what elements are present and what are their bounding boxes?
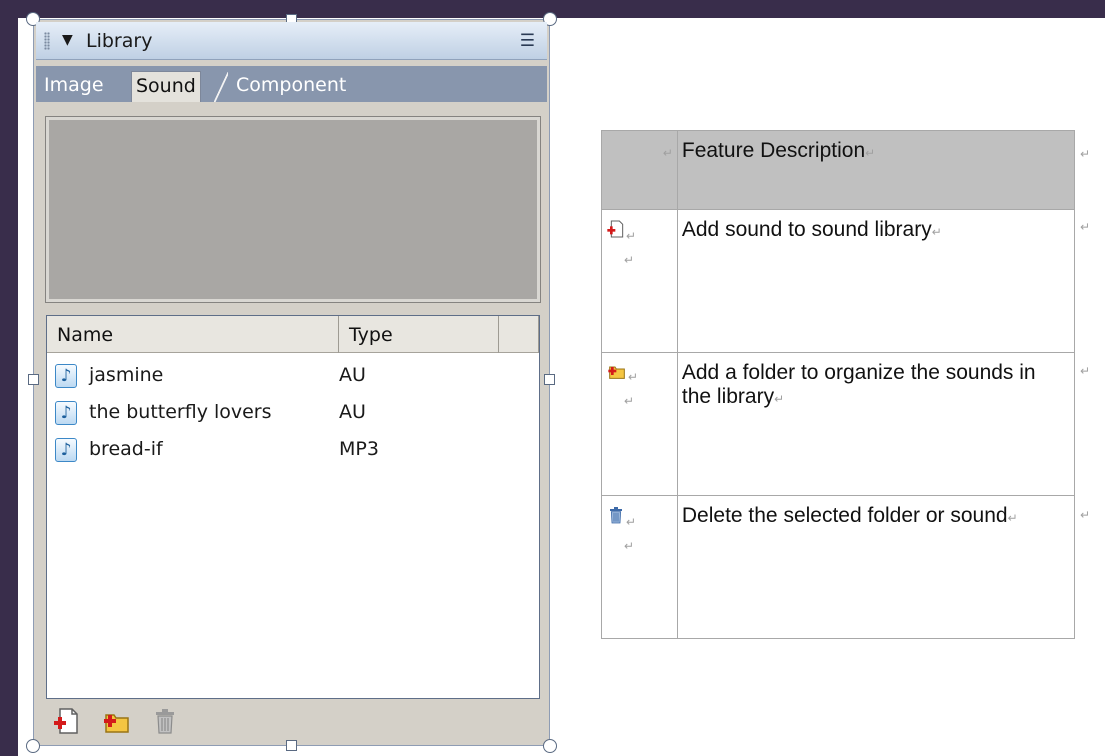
sound-note-icon: ♪: [55, 364, 77, 388]
resize-handle-left[interactable]: [28, 374, 39, 385]
paragraph-mark: ↵: [624, 394, 635, 408]
feature-description-cell: Delete the selected folder or sound↵: [676, 495, 1076, 639]
feature-table-header-row: ↵ Feature Description↵: [601, 130, 1076, 210]
resize-handle-right[interactable]: [544, 374, 555, 385]
item-type: MP3: [339, 438, 379, 460]
column-header-type[interactable]: Type: [339, 316, 499, 353]
sound-preview-area: [45, 116, 541, 303]
paragraph-mark: ↵: [1007, 511, 1018, 525]
item-name: jasmine: [89, 364, 164, 386]
description-header: Feature Description: [681, 139, 866, 162]
feature-header-cell: ↵: [601, 130, 678, 210]
panel-title: Library: [86, 30, 153, 52]
row-end-mark: ↵: [1080, 508, 1091, 522]
feature-description-cell: Add sound to sound library↵: [676, 209, 1076, 353]
tab-bar: Image Sound Component: [36, 66, 547, 102]
list-item[interactable]: ♪ jasmine AU: [51, 359, 531, 395]
resize-handle-bottom[interactable]: [286, 740, 297, 751]
item-name: the butterfly lovers: [89, 401, 272, 423]
feature-row: ↵ ↵ Add a folder to organize the sounds …: [601, 352, 1076, 496]
feature-icon-cell: ↵ ↵: [601, 352, 678, 496]
paragraph-mark: ↵: [662, 146, 673, 160]
feature-description: Add sound to sound library: [681, 218, 932, 241]
trash-icon: [610, 507, 622, 524]
list-item[interactable]: ♪ the butterfly lovers AU: [51, 396, 531, 432]
paragraph-mark: ↵: [626, 515, 637, 529]
tab-separator: [214, 72, 228, 102]
resize-handle-bottom-left[interactable]: [26, 739, 40, 753]
sound-note-icon: ♪: [55, 401, 77, 425]
description-header-cell: Feature Description↵: [676, 130, 1076, 210]
paragraph-mark: ↵: [628, 370, 639, 384]
feature-icon-cell: ↵ ↵: [601, 209, 678, 353]
resize-handle-bottom-right[interactable]: [543, 739, 557, 753]
panel-toolbar: [46, 704, 540, 740]
panel-titlebar[interactable]: ▼ Library ☰: [36, 22, 547, 60]
item-type: AU: [339, 401, 366, 423]
sound-note-icon: ♪: [55, 438, 77, 462]
add-folder-icon: [608, 366, 625, 379]
list-header: Name Type: [47, 316, 539, 353]
sound-list: Name Type ♪ jasmine AU ♪ the butterfly l…: [46, 315, 540, 699]
feature-description: Add a folder to organize the sounds in t…: [681, 361, 1036, 408]
add-folder-icon[interactable]: [102, 706, 132, 736]
paragraph-mark: ↵: [774, 392, 785, 406]
library-panel: ▼ Library ☰ Image Sound Component Name T…: [26, 12, 557, 753]
grip-icon[interactable]: [44, 32, 50, 50]
paragraph-mark: ↵: [931, 225, 942, 239]
feature-table: ↵ Feature Description↵ ↵ ↵ Add sound to …: [601, 130, 1076, 639]
tab-sound[interactable]: Sound: [131, 71, 201, 102]
feature-row: ↵ ↵ Add sound to sound library↵: [601, 209, 1076, 353]
item-type: AU: [339, 364, 366, 386]
triangle-down-icon[interactable]: ▼: [62, 32, 73, 48]
feature-row: ↵ ↵ Delete the selected folder or sound↵: [601, 495, 1076, 639]
feature-description: Delete the selected folder or sound: [681, 504, 1008, 527]
panel-options-icon[interactable]: ☰: [520, 31, 535, 51]
item-name: bread-if: [89, 438, 163, 460]
add-sound-icon: [607, 220, 624, 238]
feature-description-cell: Add a folder to organize the sounds in t…: [676, 352, 1076, 496]
row-end-mark: ↵: [1080, 147, 1091, 161]
column-header-blank[interactable]: [499, 316, 539, 353]
paragraph-mark: ↵: [865, 146, 876, 160]
tab-component[interactable]: Component: [232, 71, 350, 102]
column-header-name[interactable]: Name: [47, 316, 339, 353]
list-item[interactable]: ♪ bread-if MP3: [51, 433, 531, 469]
paragraph-mark: ↵: [624, 253, 635, 267]
tab-image[interactable]: Image: [40, 71, 108, 102]
window-left-border: [0, 0, 18, 756]
paragraph-mark: ↵: [626, 229, 637, 243]
trash-icon[interactable]: [150, 706, 180, 736]
row-end-mark: ↵: [1080, 364, 1091, 378]
paragraph-mark: ↵: [624, 539, 635, 553]
add-sound-icon[interactable]: [52, 706, 82, 736]
feature-icon-cell: ↵ ↵: [601, 495, 678, 639]
row-end-mark: ↵: [1080, 220, 1091, 234]
